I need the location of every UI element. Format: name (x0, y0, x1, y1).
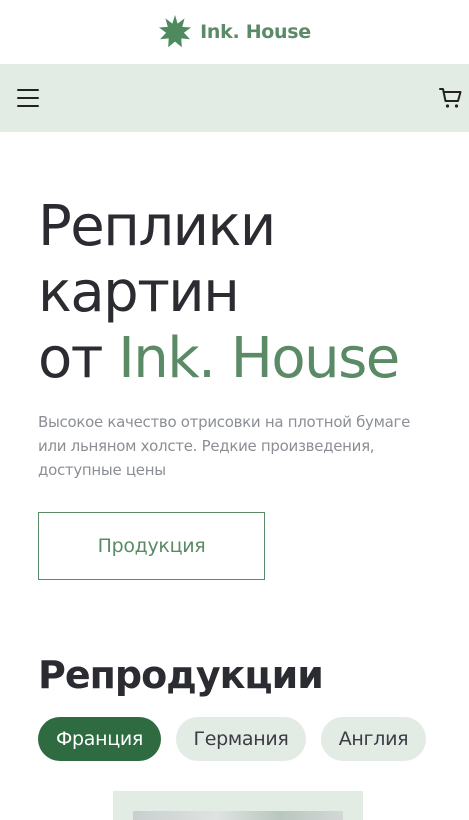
cart-icon[interactable] (439, 86, 463, 110)
brand-logo[interactable]: Ink. House (158, 15, 311, 49)
hero-title: Реплики картин от Ink. House (38, 194, 458, 392)
hero-title-line1: Реплики (38, 194, 276, 259)
brand-name: Ink. House (200, 21, 311, 43)
hamburger-menu-icon[interactable] (17, 88, 39, 108)
logo-bar: Ink. House (0, 0, 469, 64)
filter-chip-germany[interactable]: Германия (176, 717, 306, 761)
reproductions-title: Репродукции (38, 653, 324, 697)
hero-title-line2: картин (38, 260, 240, 325)
nav-bar (0, 64, 469, 132)
filter-chip-england[interactable]: Англия (321, 717, 426, 761)
filter-chip-france[interactable]: Франция (38, 717, 161, 761)
products-button[interactable]: Продукция (38, 512, 265, 580)
hero-description: Высокое качество отрисовки на плотной бу… (38, 413, 411, 479)
product-card[interactable] (113, 791, 363, 820)
hero-title-prefix: от (38, 326, 119, 391)
hero-title-accent: Ink. House (118, 326, 400, 391)
product-image (133, 811, 343, 820)
starburst-icon (159, 15, 192, 48)
